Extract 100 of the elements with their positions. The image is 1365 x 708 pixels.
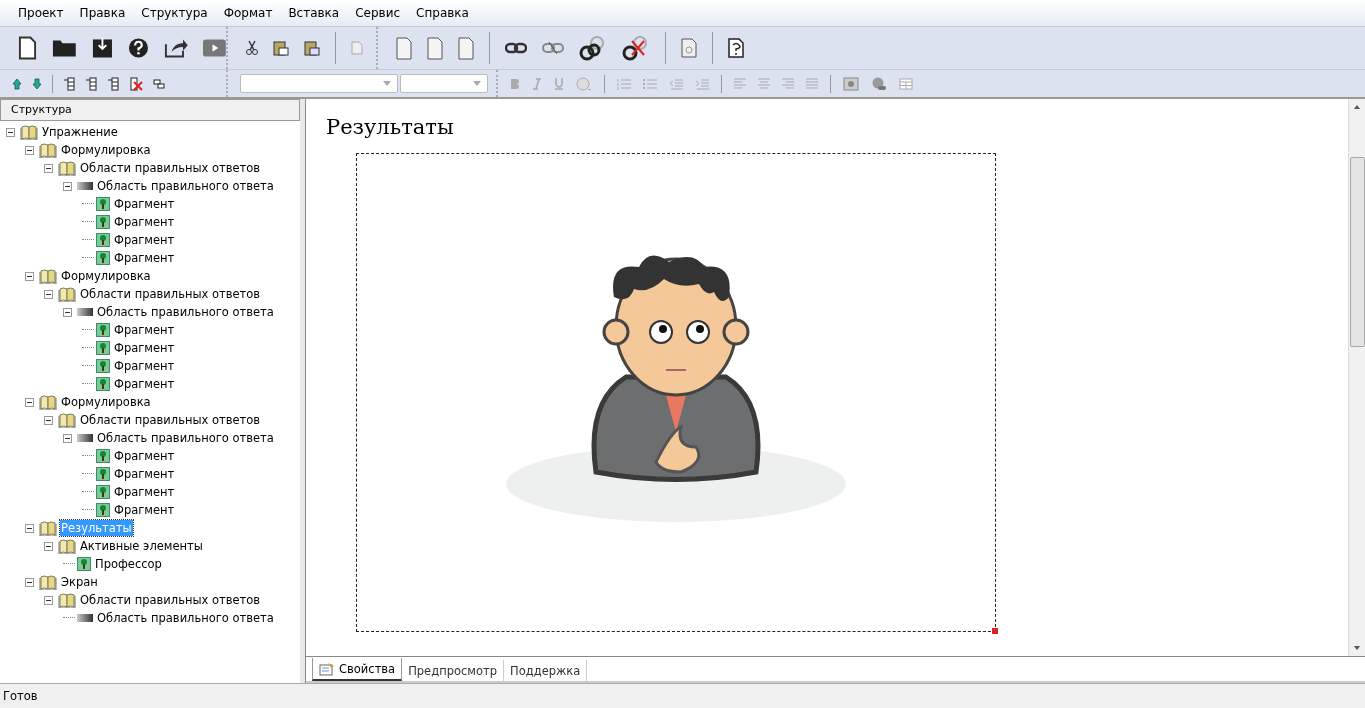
tree-picture-icon xyxy=(96,341,110,355)
image-frame[interactable] xyxy=(356,153,996,632)
page-heading: Результаты xyxy=(326,115,455,139)
menu-item[interactable]: Проект xyxy=(10,6,72,20)
tree-node-icon[interactable] xyxy=(63,75,75,92)
menu-item[interactable]: Справка xyxy=(408,6,477,20)
remove-links-icon[interactable] xyxy=(622,35,650,61)
tree-picture-icon xyxy=(96,197,110,211)
collapse-toggle[interactable] xyxy=(63,181,75,191)
arrow-down-icon[interactable] xyxy=(32,77,42,90)
tree-item[interactable]: Фрагмент xyxy=(113,322,176,338)
menu-item[interactable]: Формат xyxy=(215,6,281,20)
folder-icon[interactable] xyxy=(52,38,77,58)
tree-picture-icon xyxy=(96,467,110,481)
tree-picture-icon xyxy=(96,377,110,391)
tree-item[interactable]: Фрагмент xyxy=(113,466,176,482)
arrow-up-icon[interactable] xyxy=(12,77,22,90)
share-icon[interactable] xyxy=(163,37,189,59)
tree-item[interactable]: Формулировка xyxy=(60,394,152,410)
tab[interactable]: Предпросмотр xyxy=(402,660,505,681)
tree-item[interactable]: Фрагмент xyxy=(113,448,176,464)
page-icon[interactable] xyxy=(681,38,697,58)
resize-handle[interactable] xyxy=(992,628,998,634)
tree-item[interactable]: Активные элементы xyxy=(79,538,204,554)
clipboard-icon[interactable] xyxy=(304,40,320,56)
delete-node-icon[interactable] xyxy=(129,75,143,92)
tree-item[interactable]: Фрагмент xyxy=(113,196,176,212)
scrollbar-thumb[interactable] xyxy=(1350,157,1365,347)
tree-item[interactable]: Фрагмент xyxy=(113,214,176,230)
collapse-toggle[interactable] xyxy=(63,307,75,317)
book-icon xyxy=(39,142,57,158)
collapse-toggle[interactable] xyxy=(63,433,75,443)
tree-item[interactable]: Область правильного ответа xyxy=(96,430,275,446)
menu-item[interactable]: Структура xyxy=(133,6,216,20)
new-file-icon[interactable] xyxy=(18,36,37,60)
help-page-icon[interactable] xyxy=(728,38,744,58)
book-icon xyxy=(58,160,76,176)
menu-item[interactable]: Правка xyxy=(71,6,134,20)
rectangle-icon xyxy=(77,182,93,190)
download-icon[interactable] xyxy=(91,37,113,59)
unlink-icon[interactable] xyxy=(542,41,564,55)
tree-item[interactable]: Области правильных ответов xyxy=(79,592,262,608)
collapse-toggle[interactable] xyxy=(6,127,18,137)
tab[interactable]: Свойства xyxy=(312,658,403,681)
tree-item[interactable]: Формулировка xyxy=(60,268,152,284)
tree-item[interactable]: Фрагмент xyxy=(113,502,176,518)
tree-item[interactable]: Области правильных ответов xyxy=(79,412,262,428)
tree-node-icon[interactable] xyxy=(107,75,119,92)
tree-item[interactable]: Область правильного ответа xyxy=(96,610,275,626)
book-icon xyxy=(39,394,57,410)
tree-item[interactable]: Фрагмент xyxy=(113,232,176,248)
collapse-toggle[interactable] xyxy=(25,397,37,407)
scissors-icon[interactable] xyxy=(246,40,258,56)
collapse-toggle[interactable] xyxy=(44,289,56,299)
tree-picture-icon xyxy=(96,251,110,265)
tree-item[interactable]: Фрагмент xyxy=(113,340,176,356)
properties-icon xyxy=(319,661,335,676)
tree-item[interactable]: Области правильных ответов xyxy=(79,286,262,302)
collapse-toggle[interactable] xyxy=(44,415,56,425)
play-icon[interactable] xyxy=(203,39,226,57)
tree-item[interactable]: Экран xyxy=(60,574,99,590)
tree-picture-icon xyxy=(96,215,110,229)
tree-picture-icon xyxy=(96,503,110,517)
caret-icon xyxy=(473,81,481,86)
collapse-toggle[interactable] xyxy=(25,145,37,155)
collapse-toggle[interactable] xyxy=(44,595,56,605)
tree-item[interactable]: Фрагмент xyxy=(113,358,176,374)
help-icon[interactable] xyxy=(127,37,149,59)
tree-item[interactable]: Фрагмент xyxy=(113,376,176,392)
book-icon xyxy=(58,412,76,428)
book-icon xyxy=(39,574,57,590)
collapse-toggle[interactable] xyxy=(44,541,56,551)
collapse-toggle[interactable] xyxy=(25,271,37,281)
tree-item[interactable]: Формулировка xyxy=(60,142,152,158)
menu-item[interactable]: Сервис xyxy=(347,6,409,20)
links-icon[interactable] xyxy=(579,35,607,61)
tree-node-icon[interactable] xyxy=(85,75,97,92)
book-icon xyxy=(20,124,38,140)
tab[interactable]: Поддержка xyxy=(504,660,588,681)
tree-item[interactable]: Область правильного ответа xyxy=(96,304,275,320)
tree-picture-icon xyxy=(96,233,110,247)
book-icon xyxy=(58,592,76,608)
tree-item[interactable]: Упражнение xyxy=(41,124,119,140)
rectangle-icon xyxy=(77,614,93,622)
image-icon[interactable] xyxy=(843,76,859,91)
collapse-toggle[interactable] xyxy=(25,577,37,587)
collapse-toggle[interactable] xyxy=(44,163,56,173)
tree-item[interactable]: Профессор xyxy=(94,556,163,572)
link-icon[interactable] xyxy=(505,41,527,55)
tree-item[interactable]: Фрагмент xyxy=(113,250,176,266)
collapse-toggle[interactable] xyxy=(25,523,37,533)
clipboard-icon[interactable] xyxy=(273,40,289,56)
tree-item[interactable]: Область правильного ответа xyxy=(96,178,275,194)
scrollbar[interactable] xyxy=(1348,99,1365,656)
tree-picture-icon xyxy=(96,449,110,463)
link-node-icon[interactable] xyxy=(153,78,165,89)
tree-item[interactable]: Области правильных ответов xyxy=(79,160,262,176)
tree-item[interactable]: Фрагмент xyxy=(113,484,176,500)
menu-item[interactable]: Вставка xyxy=(280,6,348,20)
caret-icon xyxy=(383,81,391,86)
